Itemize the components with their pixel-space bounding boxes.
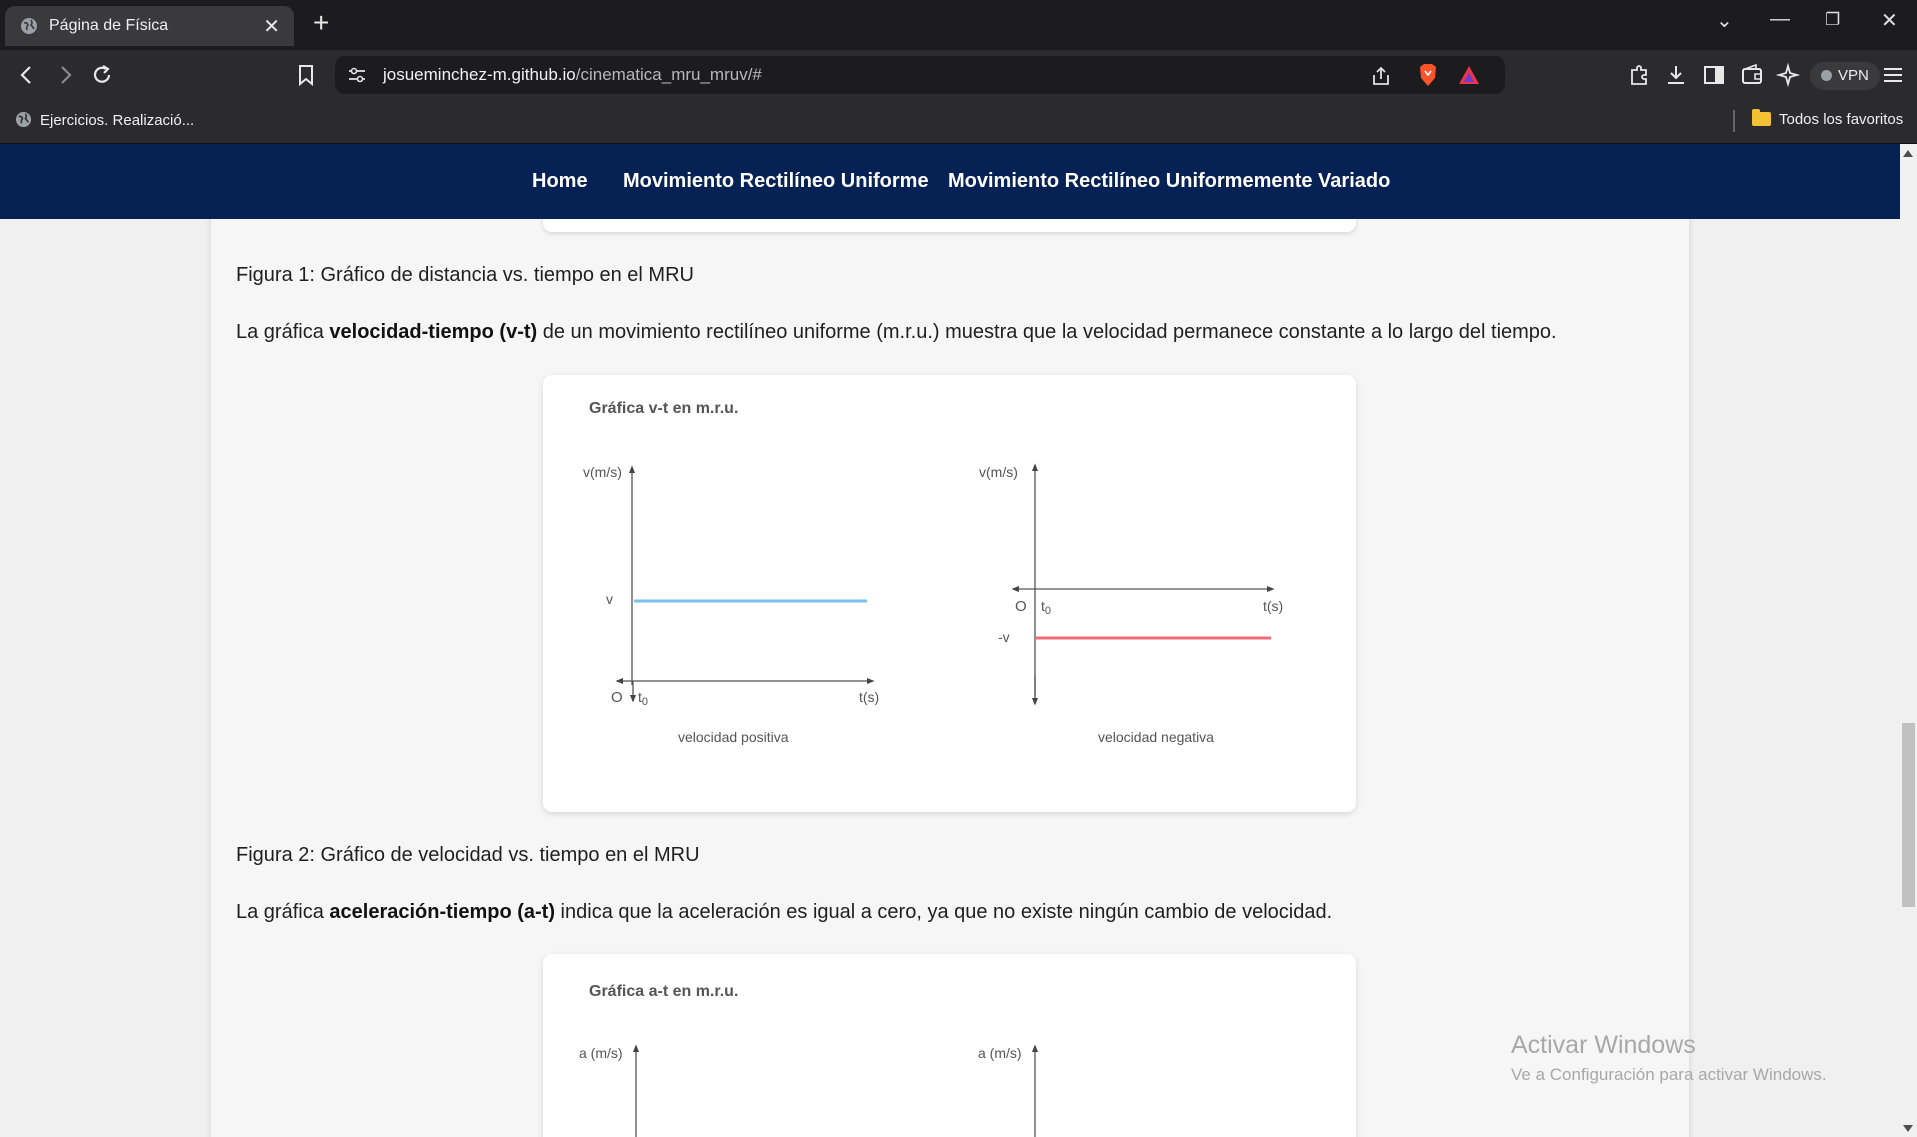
plot-negative-velocity: v(m/s) O t0 t(s) -v velocidad negativa [979, 463, 1283, 745]
x-axis-label-left: t(s) [859, 689, 879, 705]
downloads-icon[interactable] [1663, 62, 1689, 88]
bookmarks-separator [1733, 110, 1735, 132]
close-tab-icon[interactable]: ✕ [263, 14, 280, 39]
page-viewport: Home Movimiento Rectilíneo Uniforme Movi… [0, 144, 1917, 1137]
bookmark-icon[interactable] [293, 62, 319, 88]
scroll-down-arrow-icon[interactable] [1903, 1125, 1913, 1132]
paragraph-at: La gráfica aceleración-tiempo (a-t) indi… [236, 901, 1333, 923]
page-scrollbar[interactable] [1900, 144, 1917, 1137]
back-icon[interactable] [14, 62, 40, 88]
close-window-button[interactable]: ✕ [1881, 8, 1898, 33]
figure-1-caption: Figura 1: Gráfico de distancia vs. tiemp… [236, 264, 694, 286]
vpn-button[interactable]: VPN [1810, 62, 1880, 90]
brave-shields-icon[interactable] [1417, 63, 1439, 87]
figure-vt-graph: Gráfica v-t en m.r.u. v(m/s) v O t0 t(s)… [543, 375, 1356, 812]
folder-icon [1752, 109, 1771, 126]
scrollbar-thumb[interactable] [1902, 723, 1915, 907]
scroll-up-arrow-icon[interactable] [1903, 150, 1913, 157]
windows-watermark-title: Activar Windows [1511, 1031, 1696, 1059]
brave-rewards-icon[interactable] [1457, 64, 1481, 86]
y-axis-label-right: v(m/s) [979, 464, 1018, 480]
term-at: aceleración-tiempo (a-t) [329, 901, 555, 923]
wallet-icon[interactable] [1739, 62, 1765, 88]
tab-list-chevron-icon[interactable]: ⌄ [1716, 8, 1733, 33]
address-bar[interactable]: josueminchez-m.github.io/cinematica_mru_… [335, 56, 1505, 94]
restore-button[interactable]: ❐ [1825, 10, 1840, 30]
site-navbar: Home Movimiento Rectilíneo Uniforme Movi… [0, 144, 1900, 219]
figure-2-caption: Figura 2: Gráfico de velocidad vs. tiemp… [236, 844, 700, 866]
minimize-button[interactable]: — [1770, 8, 1790, 31]
windows-watermark-text: Ve a Configuración para activar Windows. [1511, 1065, 1827, 1084]
figure-vt-svg: Gráfica v-t en m.r.u. v(m/s) v O t0 t(s)… [583, 400, 1283, 745]
caption-negative: velocidad negativa [1098, 729, 1214, 745]
origin-label-left: O [611, 689, 623, 706]
t0-label-right: t0 [1041, 598, 1051, 617]
all-bookmarks-folder[interactable]: Todos los favoritos [1752, 109, 1903, 128]
globe-icon [15, 111, 32, 128]
extensions-icon[interactable] [1626, 62, 1652, 88]
tab-title: Página de Física [49, 17, 169, 34]
y-axis-label-left: v(m/s) [583, 464, 622, 480]
bookmark-item[interactable]: Ejercicios. Realizació... [15, 111, 194, 129]
t0-label-left: t0 [638, 689, 648, 708]
figure-vt-title: Gráfica v-t en m.r.u. [589, 400, 738, 417]
forward-icon[interactable] [52, 62, 78, 88]
globe-icon [21, 18, 37, 34]
browser-tab[interactable]: Página de Física ✕ [5, 6, 294, 46]
url-text[interactable]: josueminchez-m.github.io/cinematica_mru_… [383, 65, 762, 85]
origin-label-right: O [1015, 598, 1027, 615]
new-tab-button[interactable]: + [313, 7, 329, 39]
figure-at-svg: Gráfica a-t en m.r.u. a (m/s) a (m/s) [579, 983, 1039, 1137]
plot-positive-velocity: v(m/s) v O t0 t(s) velocidad positiva [583, 464, 879, 745]
figure-at-graph: Gráfica a-t en m.r.u. a (m/s) a (m/s) [543, 954, 1356, 1137]
site-settings-icon[interactable] [347, 66, 367, 84]
nav-link-mru[interactable]: Movimiento Rectilíneo Uniforme [623, 170, 929, 193]
nav-link-home[interactable]: Home [532, 170, 588, 193]
reload-icon[interactable] [89, 62, 115, 88]
menu-icon[interactable] [1880, 62, 1906, 88]
bookmarks-bar: Ejercicios. Realizació... Todos los favo… [0, 100, 1917, 144]
browser-toolbar: josueminchez-m.github.io/cinematica_mru_… [0, 50, 1917, 100]
paragraph-vt: La gráfica velocidad-tiempo (v-t) de un … [236, 321, 1557, 343]
share-icon[interactable] [1370, 65, 1392, 87]
sidebar-icon[interactable] [1701, 62, 1727, 88]
a-axis-label-right: a (m/s) [978, 1045, 1022, 1061]
browser-tab-bar: Página de Física ✕ + ⌄ — ❐ ✕ [0, 0, 1917, 50]
x-axis-label-right: t(s) [1263, 598, 1283, 614]
a-axis-label-left: a (m/s) [579, 1045, 623, 1061]
figure-at-title: Gráfica a-t en m.r.u. [589, 983, 738, 1000]
leo-ai-icon[interactable] [1776, 62, 1802, 88]
value-label-negative-v: -v [998, 629, 1010, 645]
caption-positive: velocidad positiva [678, 729, 789, 745]
term-vt: velocidad-tiempo (v-t) [329, 321, 538, 343]
nav-link-mruv[interactable]: Movimiento Rectilíneo Uniformemente Vari… [948, 170, 1390, 193]
value-label-v: v [606, 591, 613, 607]
